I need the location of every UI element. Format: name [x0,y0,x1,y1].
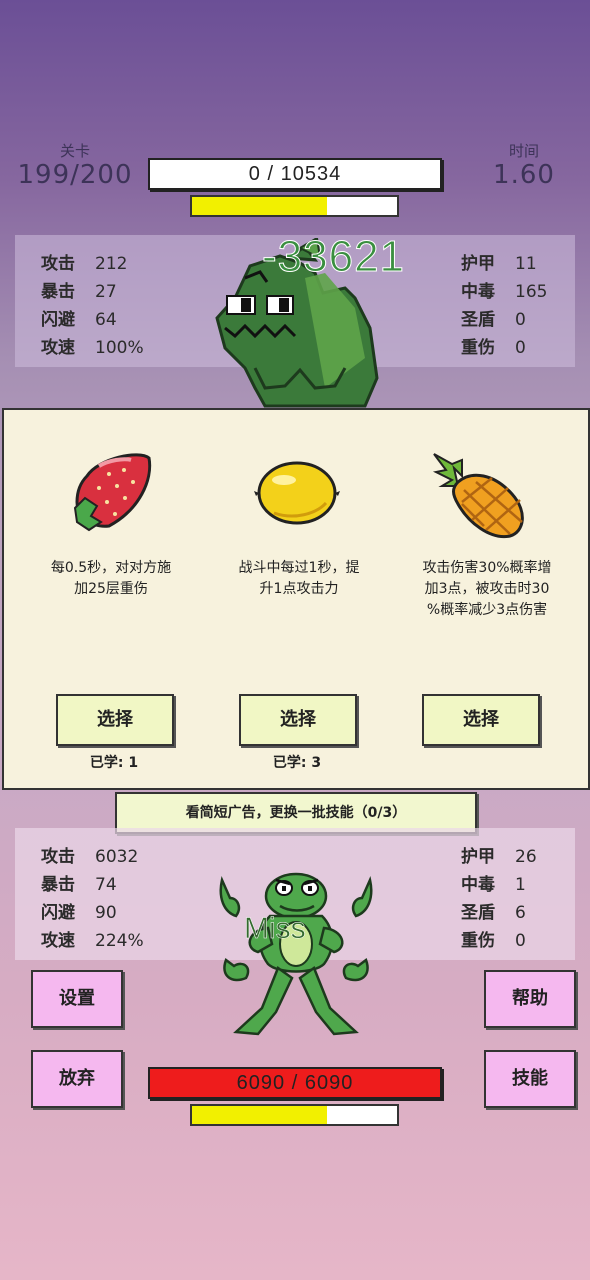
player-hp-text: 6090 / 6090 [236,1072,354,1094]
skill-3-desc-line-2: 加3点，被攻击时30 [424,581,550,597]
enemy-stat-row: 暴击 27 [41,277,117,302]
skill-option-1: 每0.5秒，对对方施 加25层重伤 选择 已学: 1 [4,410,199,788]
lemon-icon [254,461,340,525]
skill-2-desc-line-1: 战斗中每过1秒，提 [238,560,360,576]
enemy-stat-name: 中毒 [461,282,495,302]
level-label: 关卡 [59,142,90,160]
skill-option-3: 攻击伤害30%概率增 加3点，被攻击时30 %概率减少3点伤害 选择 [394,410,588,788]
player-stat-row: 重伤 0 [461,926,526,951]
enemy-stat-row: 圣盾 0 [461,305,526,330]
skill-2-desc-line-2: 升1点攻击力 [259,581,339,597]
enemy-stat-value: 212 [95,254,128,274]
enemy-stat-name: 攻击 [41,254,75,274]
time-label: 时间 [508,142,539,160]
enemy-stat-value: 165 [515,282,548,302]
select-skill-1-button[interactable]: 选择 [56,694,174,746]
skill-1-desc-line-1: 每0.5秒，对对方施 [50,560,172,576]
pineapple-icon [432,453,524,539]
player-stat-row: 攻速 224% [41,926,144,951]
player-stat-name: 暴击 [41,875,75,895]
player-stat-name: 圣盾 [461,903,495,923]
skill-1-desc-line-2: 加25层重伤 [74,581,148,597]
enemy-stat-row: 护甲 11 [461,249,537,274]
player-energy-bar [190,1104,399,1126]
player-stat-name: 重伤 [461,931,495,951]
skill-2-learned-count: 已学: 3 [272,755,322,771]
enemy-stat-row: 闪避 64 [41,305,117,330]
enemy-stat-value: 0 [515,338,526,358]
player-stat-value: 90 [95,903,117,923]
select-skill-2-button[interactable]: 选择 [239,694,357,746]
player-stat-row: 中毒 1 [461,870,526,895]
player-stat-value: 74 [95,875,117,895]
player-energy-fill [192,1106,328,1124]
enemy-stat-name: 圣盾 [461,310,495,330]
skill-3-desc-line-3: %概率减少3点伤害 [426,602,548,618]
time-value: 1.60 [493,160,555,190]
player-stat-value: 1 [515,875,526,895]
player-stat-value: 6032 [95,847,139,867]
enemy-energy-bar [190,195,399,217]
enemy-stat-name: 暴击 [41,282,75,302]
enemy-stat-name: 攻速 [41,338,75,358]
player-stat-row: 闪避 90 [41,898,117,923]
skill-1-learned-count: 已学: 1 [89,755,139,771]
strawberry-icon [73,453,152,532]
player-stat-value: 0 [515,931,526,951]
enemy-energy-fill [192,197,328,215]
enemy-stat-name: 闪避 [41,310,75,330]
player-stat-row: 护甲 26 [461,842,537,867]
enemy-hp-bar: 0 / 10534 [148,158,442,190]
player-stat-name: 中毒 [461,875,495,895]
player-frog-sprite [219,872,373,1036]
enemy-stat-row: 攻击 212 [41,249,127,274]
enemy-stat-value: 64 [95,310,117,330]
give-up-button[interactable]: 放弃 [31,1050,123,1108]
help-button[interactable]: 帮助 [484,970,576,1028]
enemy-hp-text: 0 / 10534 [248,163,342,185]
player-stat-row: 暴击 74 [41,870,117,895]
player-stat-name: 闪避 [41,903,75,923]
skill-3-description: 攻击伤害30%概率增 加3点，被攻击时30 %概率减少3点伤害 [402,558,572,621]
player-stat-name: 攻击 [41,847,75,867]
skill-choice-card: 每0.5秒，对对方施 加25层重伤 选择 已学: 1 战斗中每过1秒，提 升1点… [2,408,590,790]
enemy-stat-row: 攻速 100% [41,333,144,358]
enemy-damage-popup: -33621 [261,232,406,282]
enemy-stat-value: 100% [95,338,144,358]
enemy-stat-row: 重伤 0 [461,333,526,358]
skill-option-2: 战斗中每过1秒，提 升1点攻击力 选择 已学: 3 [199,410,394,788]
level-value: 199/200 [17,160,133,190]
select-skill-3-button[interactable]: 选择 [422,694,540,746]
player-stat-row: 攻击 6032 [41,842,138,867]
skill-2-description: 战斗中每过1秒，提 升1点攻击力 [214,558,384,600]
player-stat-value: 6 [515,903,526,923]
player-stat-name: 攻速 [41,931,75,951]
skill-3-desc-line-1: 攻击伤害30%概率增 [422,560,552,576]
enemy-stat-value: 0 [515,310,526,330]
enemy-stat-name: 重伤 [461,338,495,358]
settings-button[interactable]: 设置 [31,970,123,1028]
enemy-stat-name: 护甲 [461,254,495,274]
player-stat-row: 圣盾 6 [461,898,526,923]
skill-1-description: 每0.5秒，对对方施 加25层重伤 [26,558,196,600]
enemy-stat-row: 中毒 165 [461,277,547,302]
player-hp-bar: 6090 / 6090 [148,1067,442,1099]
player-stat-value: 224% [95,931,144,951]
player-stat-value: 26 [515,847,537,867]
enemy-stat-value: 27 [95,282,117,302]
skills-button[interactable]: 技能 [484,1050,576,1108]
player-stat-name: 护甲 [461,847,495,867]
player-miss-popup: Miss [244,912,306,946]
enemy-stat-value: 11 [515,254,537,274]
